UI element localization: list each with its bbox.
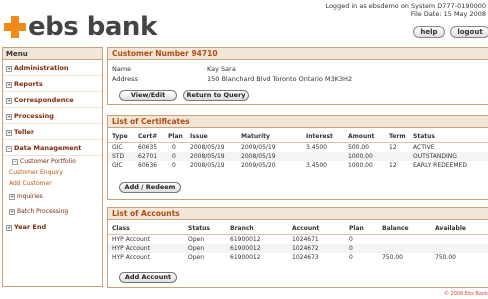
menu-title: Menu (3, 48, 102, 60)
expand-icon[interactable]: + (6, 114, 12, 120)
expand-icon[interactable]: + (6, 225, 12, 231)
menu-item-inquiries[interactable]: + Inquiries (3, 189, 102, 204)
expand-icon[interactable]: + (9, 194, 15, 200)
menu-item-data-management[interactable]: − Data Management (3, 140, 102, 156)
help-button[interactable]: help (413, 26, 445, 38)
file-date: File Date: 15 May 2008 (410, 10, 486, 18)
certificates-table: Type Cert# Plan Issue Maturity Interest … (108, 131, 488, 170)
name-label: Name (112, 65, 132, 73)
menu-item-year-end[interactable]: + Year End (3, 219, 102, 235)
address-value: 150 Blanchard Blvd Toronto Ontario M3K3H… (207, 75, 353, 83)
collapse-icon[interactable]: − (12, 159, 18, 165)
return-to-query-button[interactable]: Return to Query (183, 90, 249, 101)
collapse-icon[interactable]: − (6, 146, 12, 152)
menu-item-reports[interactable]: + Reports (3, 76, 102, 92)
table-row[interactable]: GIC 60635 0 2008/05/19 2009/05/19 3.4500… (108, 143, 488, 152)
login-status: Logged in as ebsdemo on System D777-0190… (325, 2, 486, 10)
plus-logo-icon (4, 16, 26, 38)
certificates-panel: List of Certificates Type Cert# Plan Iss… (107, 115, 488, 200)
table-header-row: Type Cert# Plan Issue Maturity Interest … (108, 131, 488, 143)
expand-icon[interactable]: + (6, 98, 12, 104)
address-label: Address (112, 75, 138, 83)
certificates-title: List of Certificates (108, 116, 488, 128)
expand-icon[interactable]: + (6, 130, 12, 136)
table-row[interactable]: GIC 60636 0 2008/05/19 2009/05/20 3.4500… (108, 161, 488, 170)
logo-text: ebs bank (28, 12, 157, 42)
logout-button[interactable]: logout (450, 26, 488, 38)
menu-item-processing[interactable]: + Processing (3, 108, 102, 124)
sidebar-menu: Menu + Administration + Reports + Correspon… (2, 47, 103, 287)
table-row[interactable]: STD 62701 0 2008/05/19 2008/05/19 1000.0… (108, 152, 488, 161)
view-edit-button[interactable]: View/Edit (119, 90, 177, 101)
table-header-row: Class Status Branch Account Plan Balance… (108, 223, 488, 235)
accounts-panel: List of Accounts Class Status Branch Acc… (107, 207, 488, 288)
menu-item-correspondence[interactable]: + Correspondence (3, 92, 102, 108)
expand-icon[interactable]: + (9, 209, 15, 215)
add-account-button[interactable]: Add Account (119, 272, 177, 283)
menu-link-add-customer[interactable]: Add Customer (3, 178, 102, 189)
expand-icon[interactable]: + (6, 66, 12, 72)
menu-item-customer-portfolio[interactable]: − Customer Portfolio (3, 156, 102, 167)
table-row[interactable]: HYP Account Open 61900012 1024671 0 (108, 235, 488, 244)
name-value: Kay Sara (207, 65, 236, 73)
table-row[interactable]: HYP Account Open 61900012 1024673 0 750.… (108, 253, 488, 262)
copyright-footer: © 2008 Ebs Bank (444, 291, 488, 297)
menu-link-customer-enquiry[interactable]: Customer Enquiry (3, 167, 102, 178)
header: ebs bank Logged in as ebsdemo on System … (0, 0, 488, 50)
accounts-title: List of Accounts (108, 208, 488, 220)
expand-icon[interactable]: + (6, 82, 12, 88)
login-info: Logged in as ebsdemo on System D777-0190… (325, 2, 486, 18)
menu-item-teller[interactable]: + Teller (3, 124, 102, 140)
customer-panel: Customer Number 94710 Name Kay Sara Addr… (107, 47, 488, 105)
customer-title: Customer Number 94710 (108, 48, 488, 60)
table-row[interactable]: HYP Account Open 61900012 1024672 0 (108, 244, 488, 253)
menu-item-administration[interactable]: + Administration (3, 60, 102, 76)
ebs-bank-logo[interactable]: ebs bank (4, 12, 157, 42)
accounts-table: Class Status Branch Account Plan Balance… (108, 223, 488, 262)
add-redeem-button[interactable]: Add / Redeem (119, 182, 181, 193)
menu-item-batch-processing[interactable]: + Batch Processing (3, 204, 102, 219)
